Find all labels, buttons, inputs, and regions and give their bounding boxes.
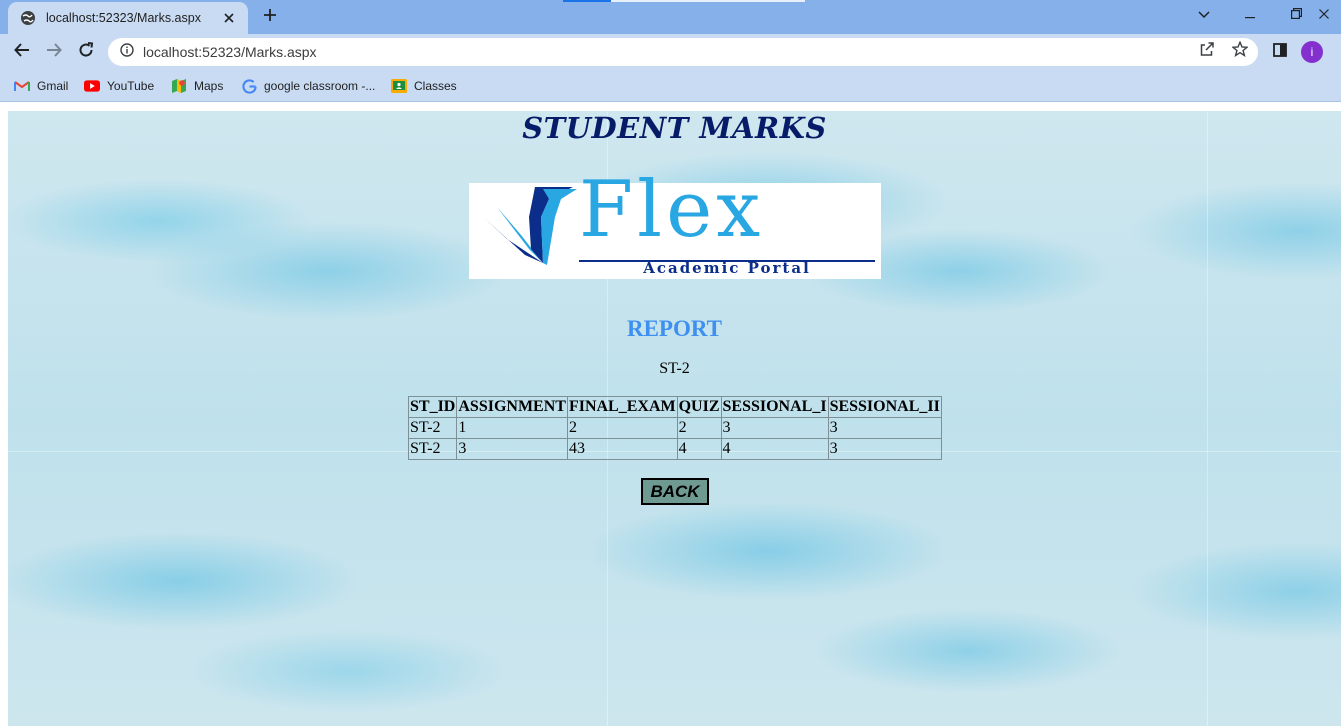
page-title: STUDENT MARKS [522, 111, 827, 145]
side-panel-button[interactable] [1270, 42, 1290, 62]
table-cell: ST-2 [407, 438, 458, 460]
table-cell: 2 [566, 417, 678, 439]
browser-titlebar: localhost:52323/Marks.aspx [0, 0, 1341, 34]
table-cell: ST-2 [407, 417, 458, 439]
google-icon [241, 78, 257, 94]
gmail-icon [14, 78, 30, 94]
arrow-left-icon [14, 42, 30, 63]
close-tab-icon[interactable] [220, 9, 238, 27]
url-text[interactable]: localhost:52323/Marks.aspx [143, 44, 1258, 60]
table-cell: 4 [720, 438, 829, 460]
tab-title: localhost:52323/Marks.aspx [46, 11, 201, 25]
chevron-down-icon [1198, 6, 1210, 24]
plus-icon [263, 8, 277, 27]
browser-tab[interactable]: localhost:52323/Marks.aspx [8, 2, 248, 34]
table-cell: 3 [827, 438, 942, 460]
flex-logo: Flex Academic Portal [469, 171, 881, 279]
address-bar[interactable]: localhost:52323/Marks.aspx [108, 38, 1258, 66]
table-cell: 1 [456, 417, 568, 439]
close-window-button[interactable] [1319, 2, 1341, 28]
share-icon[interactable] [1198, 40, 1216, 58]
side-panel-icon [1273, 42, 1287, 62]
arrow-right-icon [46, 42, 62, 63]
marks-table: ST_ID ASSIGNMENT FINAL_EXAM QUIZ SESSION… [407, 396, 942, 460]
tab-search-button[interactable] [1181, 2, 1227, 28]
bookmark-label: Gmail [37, 79, 69, 93]
table-cell: 3 [827, 417, 942, 439]
bookmark-label: Maps [194, 79, 224, 93]
bookmark-google-classroom[interactable]: google classroom -... [241, 76, 375, 96]
report-heading: REPORT [626, 316, 723, 341]
bookmarks-bar: Gmail YouTube Maps google classroom -...… [0, 70, 1341, 102]
swoosh-icon [477, 187, 577, 271]
column-header: ST_ID [407, 396, 458, 418]
table-cell: 3 [720, 417, 829, 439]
maps-icon [171, 78, 187, 94]
table-cell: 43 [566, 438, 678, 460]
bookmark-youtube[interactable]: YouTube [84, 76, 154, 96]
browser-toolbar: localhost:52323/Marks.aspx i [0, 34, 1341, 70]
close-icon [1319, 6, 1329, 24]
bookmark-label: YouTube [107, 79, 155, 93]
table-cell: 2 [676, 417, 722, 439]
column-header: FINAL_EXAM [566, 396, 678, 418]
column-header: ASSIGNMENT [456, 396, 568, 418]
titlebar-accent [563, 0, 805, 2]
table-cell: 3 [456, 438, 568, 460]
minimize-icon [1245, 6, 1255, 24]
logo-wordmark: Flex [579, 165, 765, 255]
table-cell: 4 [676, 438, 722, 460]
bookmark-classes[interactable]: Classes [391, 76, 457, 96]
profile-avatar[interactable]: i [1301, 41, 1323, 63]
student-id-label: ST-2 [659, 360, 690, 377]
page-background: STUDENT MARKS Flex Academic Portal REPOR… [8, 111, 1341, 726]
restore-icon [1290, 6, 1302, 24]
bookmark-gmail[interactable]: Gmail [14, 76, 68, 96]
back-button[interactable]: BACK [641, 478, 709, 505]
table-header-row: ST_ID ASSIGNMENT FINAL_EXAM QUIZ SESSION… [407, 396, 942, 418]
minimize-button[interactable] [1227, 2, 1273, 28]
globe-icon [20, 10, 36, 26]
forward-nav-button[interactable] [40, 38, 68, 66]
back-nav-button[interactable] [8, 38, 36, 66]
logo-tagline: Academic Portal [643, 259, 811, 277]
bookmark-label: Classes [414, 79, 457, 93]
bookmark-maps[interactable]: Maps [171, 76, 223, 96]
restore-button[interactable] [1273, 2, 1319, 28]
reload-button[interactable] [72, 38, 100, 66]
table-row: ST-2 3 43 4 4 3 [407, 438, 942, 460]
column-header: QUIZ [676, 396, 722, 418]
reload-icon [78, 41, 94, 63]
bookmark-label: google classroom -... [264, 79, 376, 93]
bookmark-star-icon[interactable] [1231, 40, 1249, 58]
background-tile-seam [1207, 111, 1208, 726]
youtube-icon [84, 78, 100, 94]
column-header: SESSIONAL_I [720, 396, 829, 418]
page-viewport: STUDENT MARKS Flex Academic Portal REPOR… [0, 103, 1341, 726]
column-header: SESSIONAL_II [827, 396, 942, 418]
table-row: ST-2 1 2 2 3 3 [407, 417, 942, 439]
info-icon[interactable] [120, 42, 134, 62]
classroom-icon [391, 78, 407, 94]
new-tab-button[interactable] [257, 5, 283, 29]
